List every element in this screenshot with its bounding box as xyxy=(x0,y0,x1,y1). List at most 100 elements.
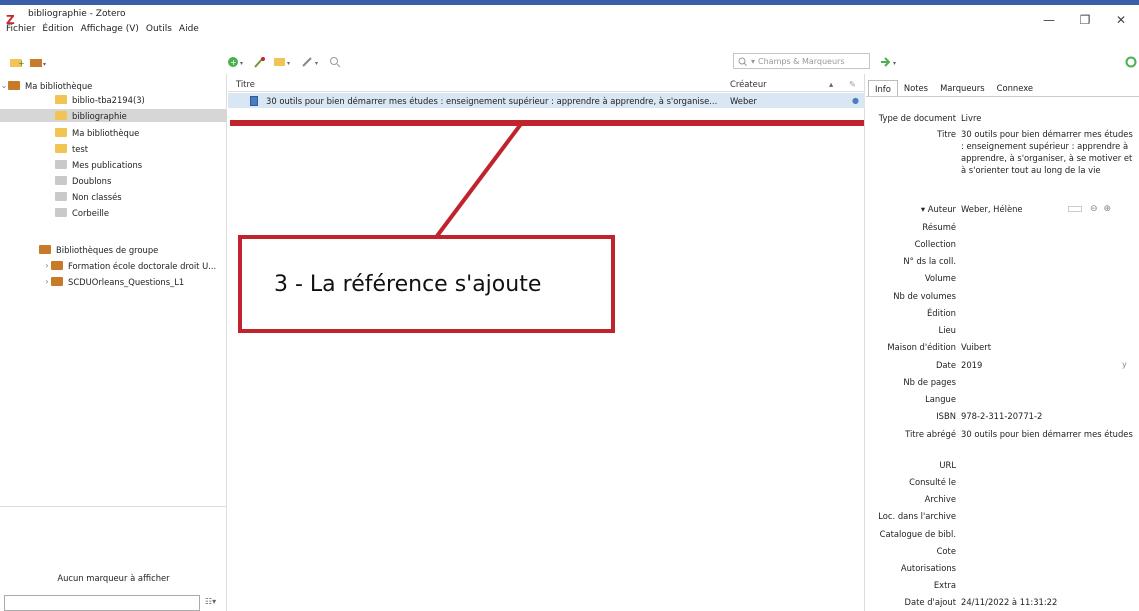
attachment-icon[interactable]: ▾ xyxy=(301,55,323,69)
duplicates-icon xyxy=(55,176,67,185)
window-title: bibliographie - Zotero xyxy=(28,9,126,19)
menu-affichage[interactable]: Affichage (V) xyxy=(81,24,139,34)
table-row[interactable]: 30 outils pour bien démarrer mes études … xyxy=(228,93,865,108)
tree-label: Doublons xyxy=(72,175,112,186)
svg-text:▾: ▾ xyxy=(43,61,46,68)
field-label: Volume xyxy=(924,273,956,283)
field-label: ISBN xyxy=(936,411,956,421)
remove-author-icon[interactable]: ⊖ xyxy=(1090,204,1098,214)
attachment-column-icon[interactable]: ✎ xyxy=(849,79,856,89)
date-format-marker: y xyxy=(1122,360,1127,369)
tree-collection-bibliographie[interactable]: bibliographie xyxy=(0,109,227,122)
unfiled-icon xyxy=(55,192,67,201)
tab-notes[interactable]: Notes xyxy=(898,83,934,93)
tree-label: biblio-tba2194(3) xyxy=(72,94,145,105)
column-title[interactable]: Titre xyxy=(236,79,255,89)
tag-actions-button[interactable]: ☷▾ xyxy=(205,597,216,606)
tree-collection-ma-bibliotheque[interactable]: Ma bibliothèque xyxy=(0,126,227,139)
tree-group-formation[interactable]: › Formation école doctorale droit U... xyxy=(0,259,227,272)
advanced-search-icon[interactable] xyxy=(329,55,341,69)
tree-label: Mes publications xyxy=(72,159,143,170)
minimize-button[interactable]: — xyxy=(1031,5,1067,35)
trash-icon xyxy=(55,208,67,217)
field-label: Date xyxy=(935,360,956,370)
chevron-down-icon[interactable]: ⌄ xyxy=(0,81,8,90)
tree-collection-test[interactable]: test xyxy=(0,142,227,155)
tree-label: SCDUOrleans_Questions_L1 xyxy=(68,276,185,287)
field-label: Lieu xyxy=(938,325,956,335)
field-label: Maison d'édition xyxy=(887,342,956,352)
library-folder-icon xyxy=(8,81,20,90)
book-icon xyxy=(250,95,258,106)
column-creator[interactable]: Créateur xyxy=(730,79,767,89)
field-value[interactable]: Livre xyxy=(961,112,1133,124)
folder-icon xyxy=(55,144,67,153)
menu-aide[interactable]: Aide xyxy=(179,24,199,34)
menu-fichier[interactable]: Fichier xyxy=(6,24,35,34)
field-label: Catalogue de bibl. xyxy=(879,529,956,539)
svg-text:▾: ▾ xyxy=(240,60,243,67)
tag-filter-input[interactable] xyxy=(4,595,200,611)
tree-duplicates[interactable]: Doublons xyxy=(0,174,227,187)
field-label: Nb de pages xyxy=(903,377,956,387)
tree-label: Corbeille xyxy=(72,207,110,218)
locate-icon[interactable]: ▾ xyxy=(880,55,902,69)
tree-trash[interactable]: Corbeille xyxy=(0,206,227,219)
new-item-icon[interactable]: + ▾ xyxy=(227,55,247,69)
tree-unfiled[interactable]: Non classés xyxy=(0,190,227,203)
tree-group-scdu[interactable]: › SCDUOrleans_Questions_L1 xyxy=(0,275,227,288)
field-label[interactable]: ▾ Auteur xyxy=(921,203,956,215)
new-library-icon[interactable]: ▾ xyxy=(30,55,48,69)
tree-my-library[interactable]: ⌄ Ma bibliothèque xyxy=(0,79,227,92)
tree-label: Bibliothèques de groupe xyxy=(56,244,159,255)
tree-collection-biblio-tba[interactable]: biblio-tba2194(3) xyxy=(0,93,227,106)
tabs-divider xyxy=(866,96,1139,97)
maximize-button[interactable]: ❐ xyxy=(1067,5,1103,35)
menu-outils[interactable]: Outils xyxy=(146,24,172,34)
menu-edition[interactable]: Édition xyxy=(42,24,73,34)
field-label: Nb de volumes xyxy=(893,291,956,301)
annotation-callout-text: 3 - La référence s'ajoute xyxy=(274,271,542,297)
field-label: Consulté le xyxy=(909,477,956,487)
tab-related[interactable]: Connexe xyxy=(991,83,1039,93)
svg-text:▾: ▾ xyxy=(893,60,896,67)
field-value[interactable]: Vuibert xyxy=(961,341,1133,353)
attachment-dot-icon[interactable]: ● xyxy=(852,96,859,105)
field-value[interactable]: 978-2-311-20771-2 xyxy=(961,410,1133,422)
search-icon xyxy=(738,57,747,66)
field-value[interactable]: 2019 xyxy=(961,359,1133,371)
tree-group-libraries-header: Bibliothèques de groupe xyxy=(0,243,227,256)
field-label: N° ds la coll. xyxy=(903,256,956,266)
search-input[interactable]: ▾ Champs & Marqueurs xyxy=(733,53,870,69)
field-value[interactable]: 30 outils pour bien démarrer mes études xyxy=(961,428,1133,440)
new-note-icon[interactable]: ▾ xyxy=(273,55,295,69)
annotation-underline xyxy=(230,120,864,126)
field-label: Titre abrégé xyxy=(905,429,956,439)
search-mode-chevron-icon[interactable]: ▾ xyxy=(751,57,755,66)
folder-icon xyxy=(55,128,67,137)
close-button[interactable]: ✕ xyxy=(1103,5,1139,35)
tree-my-publications[interactable]: Mes publications xyxy=(0,158,227,171)
sort-arrow-icon[interactable]: ▴ xyxy=(829,79,833,89)
field-label: Type de document xyxy=(878,113,956,123)
add-by-identifier-icon[interactable] xyxy=(253,55,267,69)
window-controls: — ❐ ✕ xyxy=(1031,5,1139,35)
item-title: 30 outils pour bien démarrer mes études … xyxy=(266,95,718,106)
svg-text:▾: ▾ xyxy=(315,60,318,67)
field-label: Langue xyxy=(925,394,956,404)
swap-name-icon[interactable] xyxy=(1068,206,1082,212)
field-value: 24/11/2022 à 11:31:22 xyxy=(961,597,1058,607)
field-value[interactable]: 30 outils pour bien démarrer mes études … xyxy=(961,128,1133,176)
search-placeholder: Champs & Marqueurs xyxy=(758,56,845,66)
sync-icon[interactable] xyxy=(1125,55,1137,69)
item-creator: Weber xyxy=(730,95,757,106)
tab-info[interactable]: Info xyxy=(868,79,898,97)
chevron-right-icon[interactable]: › xyxy=(43,261,51,270)
chevron-right-icon[interactable]: › xyxy=(43,277,51,286)
add-author-icon[interactable]: ⊕ xyxy=(1104,204,1112,214)
field-label: URL xyxy=(939,460,956,470)
tab-tags[interactable]: Marqueurs xyxy=(934,83,991,93)
author-controls: ⊖ ⊕ xyxy=(1068,204,1111,214)
new-collection-icon[interactable]: + xyxy=(10,55,24,69)
menu-bar: Fichier Édition Affichage (V) Outils Aid… xyxy=(0,22,206,36)
